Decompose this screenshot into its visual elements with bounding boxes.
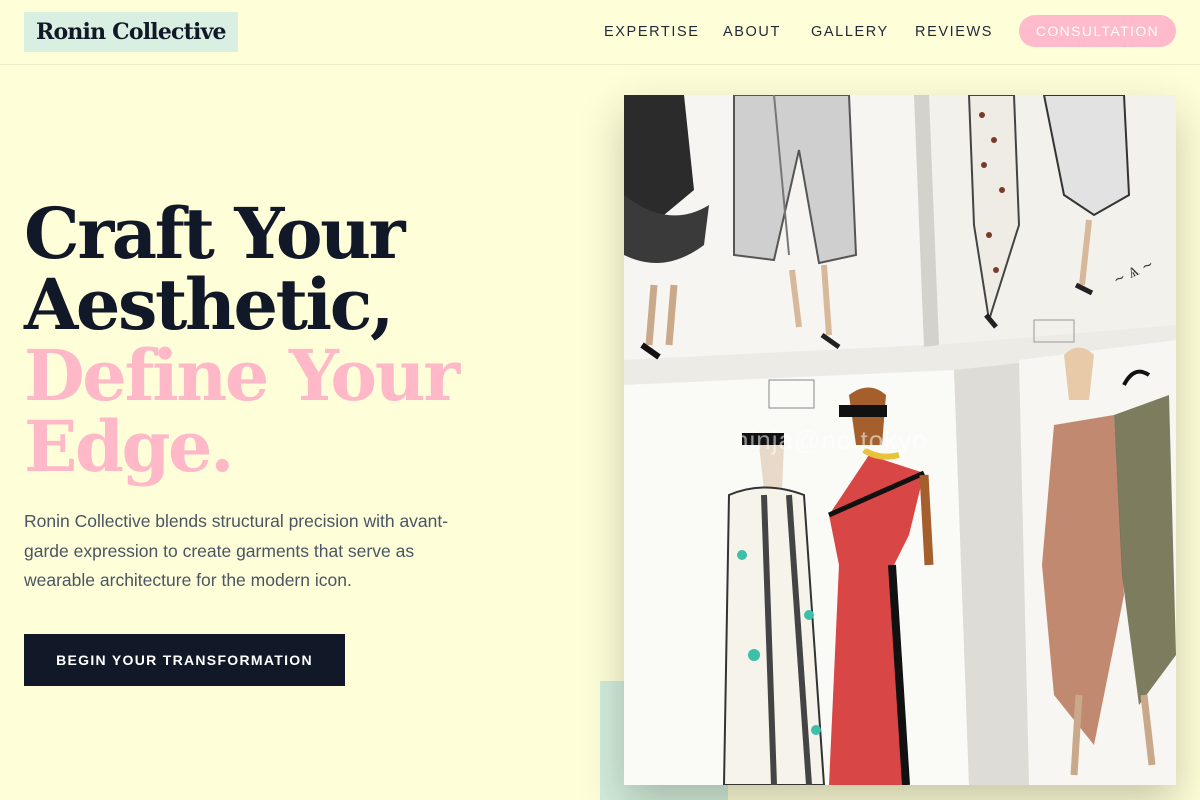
hero-description: Ronin Collective blends structural preci… xyxy=(24,511,449,590)
hero-title-accent-line: Define Your xyxy=(24,334,460,417)
nav-link-gallery[interactable]: GALLERY xyxy=(811,24,889,40)
nav-link-expertise[interactable]: EXPERTISE xyxy=(604,24,700,40)
hero-title-accent-line: Edge. xyxy=(24,405,235,488)
nav-link-about[interactable]: ABOUT xyxy=(723,24,781,40)
hero-title-line: Aesthetic, xyxy=(24,263,394,346)
image-watermark: ninja@no.tokyo xyxy=(734,425,928,455)
fashion-sketches-image: ~ Ѧ ~ ninja@no.tokyo xyxy=(624,95,1176,785)
begin-transformation-button[interactable]: BEGIN YOUR TRANSFORMATION xyxy=(24,634,345,686)
consultation-button[interactable]: CONSULTATION xyxy=(1019,15,1176,47)
hero-title: Craft Your Aesthetic, Define Your Edge. xyxy=(24,198,584,482)
top-navigation: Ronin Collective EXPERTISE ABOUT GALLERY… xyxy=(0,0,1200,65)
hero-title-line: Craft Your xyxy=(24,192,406,275)
brand-logo[interactable]: Ronin Collective xyxy=(24,12,238,52)
nav-link-reviews[interactable]: REVIEWS xyxy=(915,24,993,40)
